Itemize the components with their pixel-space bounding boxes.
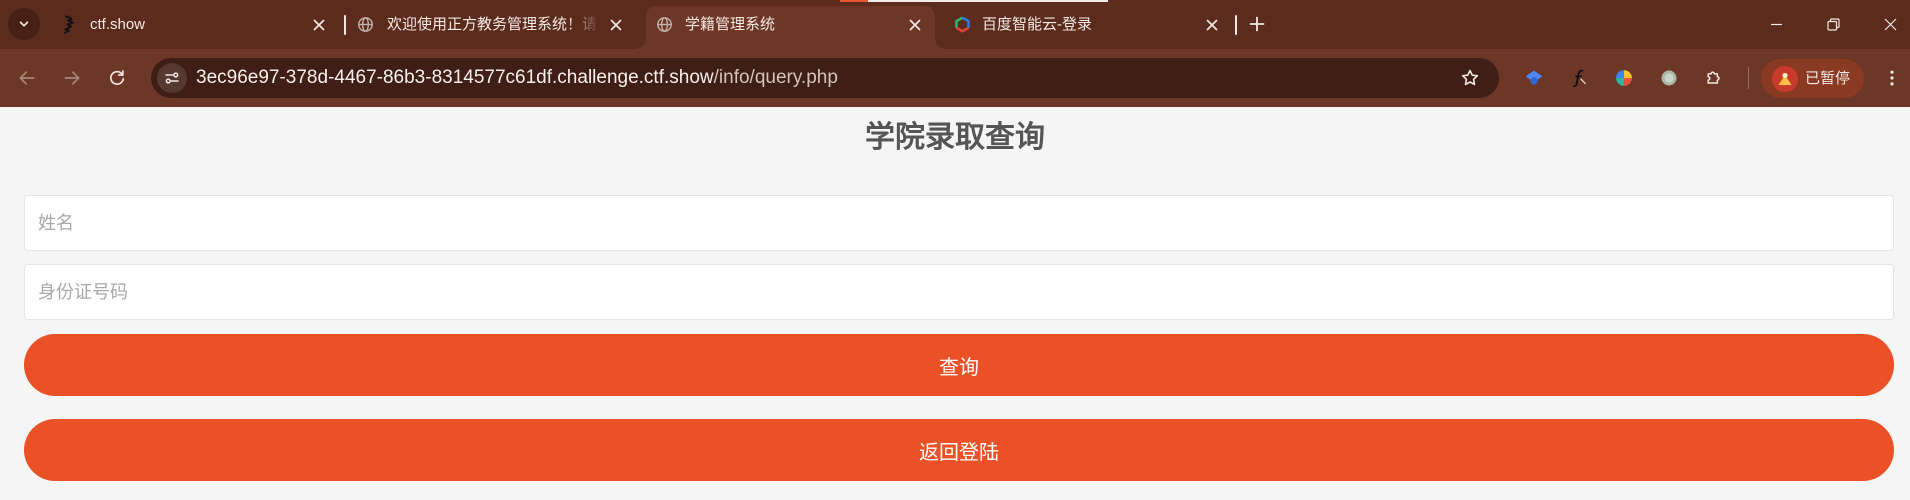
bookmark-button[interactable] [1452, 60, 1488, 96]
extension-button-4[interactable] [1651, 60, 1687, 96]
new-tab-button[interactable] [1243, 10, 1271, 38]
restore-icon [1826, 18, 1840, 31]
browser-toolbar: 3ec96e97-378d-4467-86b3-8314577c61df.cha… [0, 49, 1910, 107]
tab-title: ctf.show [90, 16, 146, 33]
profile-label: 已暂停 [1805, 70, 1851, 87]
address-bar[interactable]: 3ec96e97-378d-4467-86b3-8314577c61df.cha… [151, 58, 1499, 98]
avatar-icon [1772, 65, 1798, 92]
reload-icon [109, 70, 125, 85]
browser-menu-button[interactable] [1874, 60, 1910, 96]
arrow-left-icon [19, 71, 35, 85]
back-to-login-button[interactable]: 返回登陆 [24, 419, 1894, 481]
extension-button-1[interactable] [1516, 60, 1552, 96]
arrow-right-icon [64, 71, 80, 85]
page-content: 学院录取查询 查询 返回登陆 [0, 107, 1910, 500]
restore-button[interactable] [1805, 0, 1861, 49]
tab-zhengfang-system[interactable]: 欢迎使用正方教务管理系统！请 [348, 6, 638, 49]
ctf-show-favicon [60, 15, 78, 34]
highlight-segment-white [868, 0, 1108, 2]
kebab-menu-icon [1890, 70, 1894, 86]
url-host: 3ec96e97-378d-4467-86b3-8314577c61df.cha… [196, 67, 714, 88]
window-close-button[interactable] [1862, 0, 1910, 49]
script-f-extension-icon [1573, 69, 1587, 88]
tune-icon [165, 72, 179, 84]
plus-icon [1249, 16, 1265, 32]
reload-button[interactable] [99, 60, 135, 96]
forward-button[interactable] [54, 60, 90, 96]
star-icon [1461, 69, 1479, 86]
extensions-menu-button[interactable] [1696, 60, 1732, 96]
close-icon [909, 19, 921, 30]
extension-button-2[interactable] [1561, 60, 1597, 96]
tab-close-button[interactable] [607, 16, 625, 34]
minimize-icon [1770, 23, 1782, 26]
tab-separator [1235, 15, 1237, 35]
toolbar-separator [1748, 67, 1749, 89]
url-path: /info/query.php [713, 67, 838, 88]
tab-xueji-system[interactable]: 学籍管理系统 [636, 6, 945, 49]
tab-title: 学籍管理系统 [685, 16, 776, 33]
globe-icon [655, 16, 673, 34]
id-number-input[interactable] [24, 264, 1894, 320]
close-icon [313, 19, 325, 30]
close-icon [1884, 18, 1897, 31]
tab-baidu-cloud-login[interactable]: 百度智能云-登录 [944, 6, 1234, 49]
tab-strip: ctf.show 欢迎使用正方教务管理系统！请 学籍管理系统 百度智能云-登录 [0, 0, 1910, 49]
tab-close-button[interactable] [906, 16, 924, 34]
baidu-cloud-icon [953, 16, 971, 34]
back-button[interactable] [9, 60, 45, 96]
tab-title: 欢迎使用正方教务管理系统！请 [387, 16, 598, 33]
close-icon [610, 19, 622, 30]
blue-cap-extension-icon [1525, 70, 1543, 85]
gray-circle-extension-icon [1661, 70, 1677, 86]
tab-close-button[interactable] [310, 16, 328, 34]
tab-separator [344, 15, 346, 35]
tab-title: 百度智能云-登录 [982, 16, 1092, 33]
profile-button[interactable]: 已暂停 [1761, 59, 1864, 98]
puzzle-icon [1707, 71, 1720, 84]
extension-button-3[interactable] [1606, 60, 1642, 96]
minimize-button[interactable] [1748, 0, 1804, 49]
tab-search-button[interactable] [8, 8, 40, 40]
tab-close-button[interactable] [1203, 16, 1221, 34]
top-highlight-line [840, 0, 1108, 2]
color-orb-extension-icon [1616, 70, 1632, 86]
url-text[interactable]: 3ec96e97-378d-4467-86b3-8314577c61df.cha… [196, 58, 838, 98]
highlight-segment-orange [840, 0, 868, 2]
globe-icon [356, 16, 374, 34]
close-icon [1206, 19, 1218, 30]
site-info-button[interactable] [157, 63, 187, 93]
query-button[interactable]: 查询 [24, 334, 1894, 396]
page-title: 学院录取查询 [865, 121, 1045, 154]
chevron-down-icon [19, 21, 29, 27]
tab-ctf-show[interactable]: ctf.show [52, 6, 342, 49]
name-input[interactable] [24, 195, 1894, 251]
